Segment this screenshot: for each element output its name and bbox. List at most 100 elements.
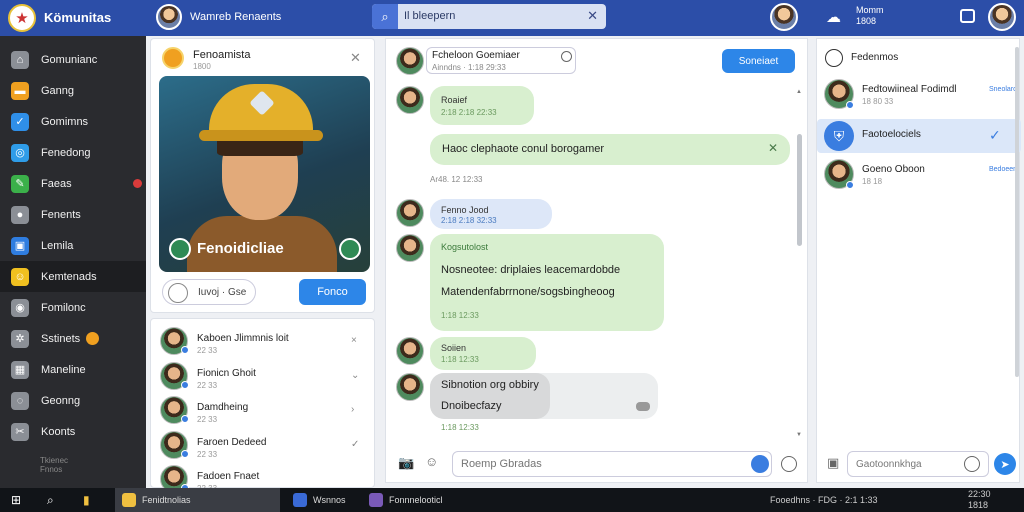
- user-avatar[interactable]: [156, 4, 182, 30]
- chat-header-button[interactable]: Soneiaet: [722, 49, 795, 73]
- search-input[interactable]: Il bleepern: [404, 10, 455, 22]
- cloud-icon[interactable]: ☁: [826, 8, 841, 26]
- message-input[interactable]: [452, 451, 797, 477]
- right-panel-item[interactable]: Fedtowiineal Fodimdl 18 80 33 Sneolaro: [817, 77, 1021, 111]
- clock[interactable]: 22:30 1818: [968, 489, 991, 511]
- sidebar-item-label: Ganng: [41, 84, 75, 97]
- sidebar-item[interactable]: ✓ Gomimns: [0, 106, 146, 137]
- sidebar-item[interactable]: ▣ Lemila: [0, 230, 146, 261]
- message-avatar[interactable]: [396, 234, 424, 262]
- contact-time: 22 33: [197, 415, 218, 424]
- camera-icon[interactable]: 📷: [398, 455, 414, 471]
- profile-action-chip[interactable]: Iuvoj · Gse: [162, 279, 256, 305]
- scroll-up-icon[interactable]: ▲: [796, 89, 802, 95]
- sidebar-item[interactable]: ● Fenents: [0, 199, 146, 230]
- start-icon[interactable]: ⊞: [11, 493, 21, 507]
- list-item[interactable]: Damdheing 22 33 ›: [151, 393, 376, 427]
- message-input-field[interactable]: [461, 458, 741, 470]
- scroll-thumb[interactable]: [797, 134, 802, 246]
- search-icon[interactable]: ⌕: [372, 4, 398, 29]
- right-panel-scrollbar[interactable]: [1015, 47, 1019, 377]
- sidebar-item[interactable]: ◌ Geonng: [0, 385, 146, 416]
- illustration-helmet-brim: [199, 130, 323, 141]
- message-avatar[interactable]: [396, 199, 424, 227]
- list-item[interactable]: Kaboen Jlimmnis loit 22 33 ×: [151, 324, 376, 358]
- sidebar-item[interactable]: ◎ Fenedong: [0, 137, 146, 168]
- contact-name: Damdheing: [197, 402, 249, 413]
- profile-primary-button[interactable]: Fonco: [299, 279, 366, 305]
- search-bar[interactable]: ⌕ Il bleepern ✕: [372, 4, 606, 29]
- window-icon[interactable]: [960, 9, 975, 23]
- sidebar-item[interactable]: ⌂ Gomunianc: [0, 44, 146, 75]
- message-avatar[interactable]: [396, 373, 424, 401]
- message-avatar[interactable]: [396, 337, 424, 365]
- contact-avatar[interactable]: [770, 3, 798, 31]
- file-explorer-icon[interactable]: ▮: [83, 493, 90, 507]
- online-badge: [846, 101, 854, 109]
- profile-avatar[interactable]: [988, 3, 1016, 31]
- right-panel-item[interactable]: ⛨ Faotoelociels ✓: [817, 119, 1021, 153]
- contact-action-icon[interactable]: ›: [351, 404, 354, 415]
- search-icon[interactable]: ⌕: [47, 493, 54, 508]
- scroll-down-icon[interactable]: ▼: [796, 432, 802, 438]
- taskbar-app-label: Fonnnelooticl: [389, 495, 443, 505]
- taskbar-app[interactable]: Fonnnelooticl: [362, 488, 462, 512]
- person-icon: ●: [11, 205, 29, 224]
- taskbar-app-label: Wsnnos: [313, 495, 346, 505]
- taskbar-app[interactable]: Fenidtnolias: [115, 488, 280, 512]
- info-icon[interactable]: [561, 51, 572, 62]
- sidebar-item[interactable]: ▦ Maneline: [0, 354, 146, 385]
- voice-icon[interactable]: [751, 455, 769, 473]
- list-item[interactable]: Faroen Dedeed 22 33 ✓: [151, 428, 376, 462]
- read-receipt-icon: [636, 402, 650, 411]
- attach-icon[interactable]: [781, 456, 797, 472]
- right-panel-item-link[interactable]: Bedoeen: [989, 166, 1017, 173]
- contact-name: Fadoen Fnaet: [197, 471, 260, 482]
- chat-header[interactable]: Fcheloon Goemiaer Ainndns · 1:18 29:33: [426, 47, 576, 74]
- dismiss-icon[interactable]: ✕: [768, 141, 778, 155]
- checkmark-icon[interactable]: ✓: [989, 127, 1001, 144]
- online-badge: [181, 449, 189, 458]
- taskbar: ⊞ ⌕ ▮ Fenidtnolias Wsnnos Fonnnelooticl …: [0, 488, 1024, 512]
- illustration-caption: Fenoidicliae: [197, 240, 284, 257]
- sidebar-item[interactable]: ◉ Fomilonc: [0, 292, 146, 323]
- image-icon[interactable]: ▣: [827, 455, 839, 471]
- clear-search-icon[interactable]: ✕: [587, 8, 598, 24]
- right-panel-item[interactable]: Goeno Oboon 18 18 Bedoeen: [817, 157, 1021, 191]
- sidebar-item[interactable]: ▬ Ganng: [0, 75, 146, 106]
- contact-action-icon[interactable]: ✓: [351, 439, 359, 450]
- message-sender: Fenno Jood: [441, 205, 489, 215]
- close-icon[interactable]: ✕: [350, 50, 361, 66]
- right-panel-input[interactable]: Gaotoonnkhga: [847, 451, 989, 477]
- taskbar-app[interactable]: Wsnnos: [286, 488, 356, 512]
- sidebar-item-label: Fomilonc: [41, 301, 86, 314]
- profile-action-label: Iuvoj · Gse: [198, 287, 247, 298]
- right-panel-item-link[interactable]: Sneolaro: [989, 86, 1017, 93]
- message-avatar[interactable]: [396, 86, 424, 114]
- sidebar-item-label: Lemila: [41, 239, 74, 252]
- send-icon[interactable]: ➤: [994, 453, 1016, 475]
- chat-scrollbar[interactable]: ▲ ▼: [796, 89, 803, 439]
- emoji-icon[interactable]: ☺: [425, 454, 438, 469]
- message-time: 1:18 12:33: [441, 311, 479, 320]
- sidebar-item[interactable]: ✎ Faeas: [0, 168, 146, 199]
- list-item[interactable]: Fionicn Ghoit 22 33 ⌄: [151, 359, 376, 393]
- nav-footer: Tkienec Fnnos: [40, 456, 68, 474]
- contact-action-icon[interactable]: ×: [351, 335, 357, 346]
- message-bubble: Roaief 2:18 2:18 22:33: [430, 86, 534, 125]
- chat-header-avatar[interactable]: [396, 47, 424, 75]
- system-tray[interactable]: Fooedhns · FDG · 2:1 1:33: [770, 495, 878, 505]
- count-label: Momm: [856, 5, 884, 15]
- count-value: 1808: [856, 16, 877, 26]
- contact-time: 22 33: [197, 380, 218, 390]
- sidebar-item[interactable]: ✲ Sstinets: [0, 323, 146, 354]
- profile-card-avatar: [162, 47, 184, 69]
- search-icon[interactable]: [964, 456, 980, 472]
- top-bar: ★ Kömunitas Wamreb Renaents ⌕ Il bleeper…: [0, 0, 1024, 36]
- app-logo-icon[interactable]: ★: [8, 4, 36, 32]
- contact-list: Kaboen Jlimmnis loit 22 33 × Fionicn Ghoit 2…: [150, 318, 376, 493]
- contact-action-icon[interactable]: ⌄: [351, 370, 359, 381]
- sidebar-item[interactable]: ✂ Koonts: [0, 416, 146, 447]
- online-badge: [181, 380, 189, 389]
- sidebar-item[interactable]: ☺ Kemtenads: [0, 261, 146, 292]
